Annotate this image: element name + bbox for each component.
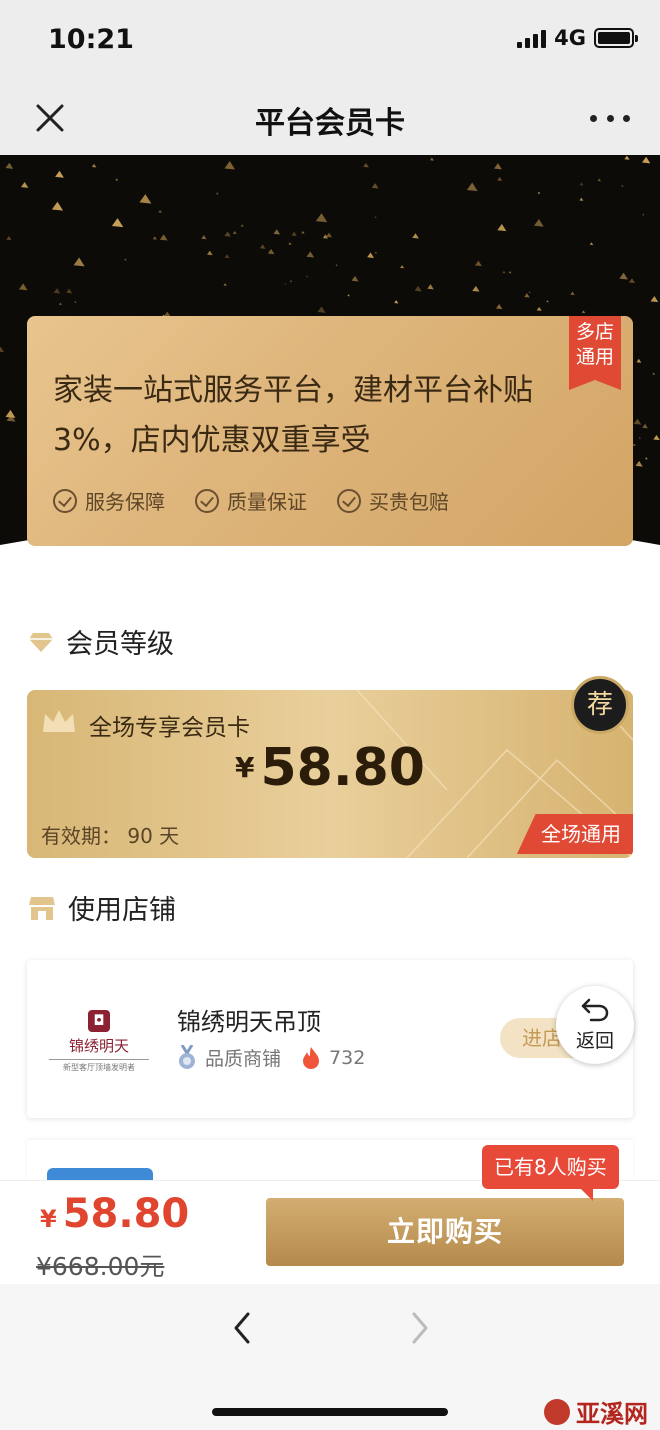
watermark-logo: 亚溪网 bbox=[544, 1394, 648, 1429]
bought-count-tip: 已有8人购买 bbox=[482, 1145, 619, 1201]
logo-brand: 锦绣明天 bbox=[68, 1037, 129, 1055]
store-card[interactable]: ◘ 锦绣明天 新型客厅顶墙发明者 锦绣明天吊顶 品质商铺 732 进店 bbox=[27, 960, 633, 1118]
feature-list: 服务保障 质量保证 买贵包赔 bbox=[53, 486, 449, 515]
back-float-button[interactable]: 返回 bbox=[556, 986, 634, 1064]
price-amount: 58.80 bbox=[62, 1191, 190, 1237]
card-price: ¥58.80 bbox=[27, 738, 633, 798]
diamond-icon bbox=[29, 632, 53, 652]
hot-count: 732 bbox=[329, 1046, 366, 1069]
store-icon bbox=[29, 896, 55, 920]
promo-card: 多店 通用 家装一站式服务平台，建材平台补贴 3%，店内优惠双重享受 服务保障 … bbox=[27, 316, 633, 546]
home-indicator[interactable] bbox=[212, 1408, 448, 1416]
recommend-badge: 荐 bbox=[571, 676, 629, 734]
feature-label: 买贵包赔 bbox=[369, 490, 449, 514]
nav-bar: 平台会员卡 bbox=[0, 80, 660, 155]
buy-bar: ¥58.80 ¥668.00元 立即购买 bbox=[0, 1180, 660, 1284]
back-label: 返回 bbox=[575, 1030, 614, 1052]
member-card[interactable]: 全场专享会员卡 ¥58.80 有效期： 90 天 全场通用 bbox=[27, 690, 633, 858]
status-time: 10:21 bbox=[48, 24, 134, 55]
status-bar: 10:21 4G bbox=[0, 0, 660, 80]
back-arrow-icon bbox=[581, 998, 609, 1022]
check-circle-icon bbox=[337, 488, 361, 513]
chevron-right-icon[interactable] bbox=[404, 1310, 434, 1346]
headline-line-1: 家装一站式服务平台，建材平台补贴 bbox=[53, 373, 533, 408]
feature-label: 质量保证 bbox=[227, 490, 307, 514]
more-icon[interactable] bbox=[590, 100, 630, 136]
battery-icon bbox=[594, 28, 638, 48]
store-meta: 品质商铺 732 bbox=[177, 1044, 365, 1071]
status-icons: 4G bbox=[517, 26, 638, 50]
feature-label: 服务保障 bbox=[85, 490, 165, 514]
medal-icon bbox=[179, 1044, 195, 1069]
store-name: 锦绣明天吊顶 bbox=[177, 1008, 321, 1036]
ribbon-line-1: 多店 bbox=[575, 321, 614, 343]
logo-mark-icon: ◘ bbox=[88, 1010, 110, 1032]
card-validity: 有效期： 90 天 bbox=[41, 824, 180, 848]
watermark-text: 亚溪网 bbox=[576, 1399, 648, 1428]
all-stores-tag: 全场通用 bbox=[517, 814, 633, 854]
store-logo: ◘ 锦绣明天 新型客厅顶墙发明者 bbox=[49, 1010, 149, 1073]
original-price: ¥668.00元 bbox=[36, 1252, 165, 1281]
page-title: 平台会员卡 bbox=[255, 106, 405, 141]
chevron-left-icon[interactable] bbox=[228, 1310, 258, 1346]
promo-headline: 家装一站式服务平台，建材平台补贴 3%，店内优惠双重享受 bbox=[53, 366, 598, 466]
crown-icon bbox=[43, 710, 75, 732]
current-price: ¥58.80 bbox=[40, 1191, 189, 1237]
buy-now-button[interactable]: 立即购买 bbox=[266, 1198, 624, 1266]
signal-icon bbox=[517, 28, 547, 48]
fire-icon bbox=[303, 1046, 320, 1069]
currency-symbol: ¥ bbox=[235, 751, 255, 784]
price-amount: 58.80 bbox=[260, 738, 425, 798]
stores-heading: 使用店铺 bbox=[28, 888, 176, 927]
logo-slogan: 新型客厅顶墙发明者 bbox=[49, 1059, 149, 1073]
section-title: 会员等级 bbox=[66, 629, 174, 660]
check-circle-icon bbox=[53, 488, 77, 513]
currency-symbol: ¥ bbox=[40, 1205, 57, 1233]
card-name: 全场专享会员卡 bbox=[89, 715, 250, 741]
check-circle-icon bbox=[195, 488, 219, 513]
seal-icon bbox=[544, 1398, 570, 1425]
section-title: 使用店铺 bbox=[68, 895, 176, 926]
feature-item: 质量保证 bbox=[195, 486, 307, 515]
feature-item: 服务保障 bbox=[53, 486, 165, 515]
store-badge: 品质商铺 bbox=[205, 1048, 282, 1070]
network-type: 4G bbox=[554, 26, 586, 50]
browser-bottom-nav: 亚溪网 bbox=[0, 1284, 660, 1430]
member-level-heading: 会员等级 bbox=[28, 622, 174, 661]
feature-item: 买贵包赔 bbox=[337, 486, 449, 515]
headline-line-2: 3%，店内优惠双重享受 bbox=[53, 423, 371, 458]
